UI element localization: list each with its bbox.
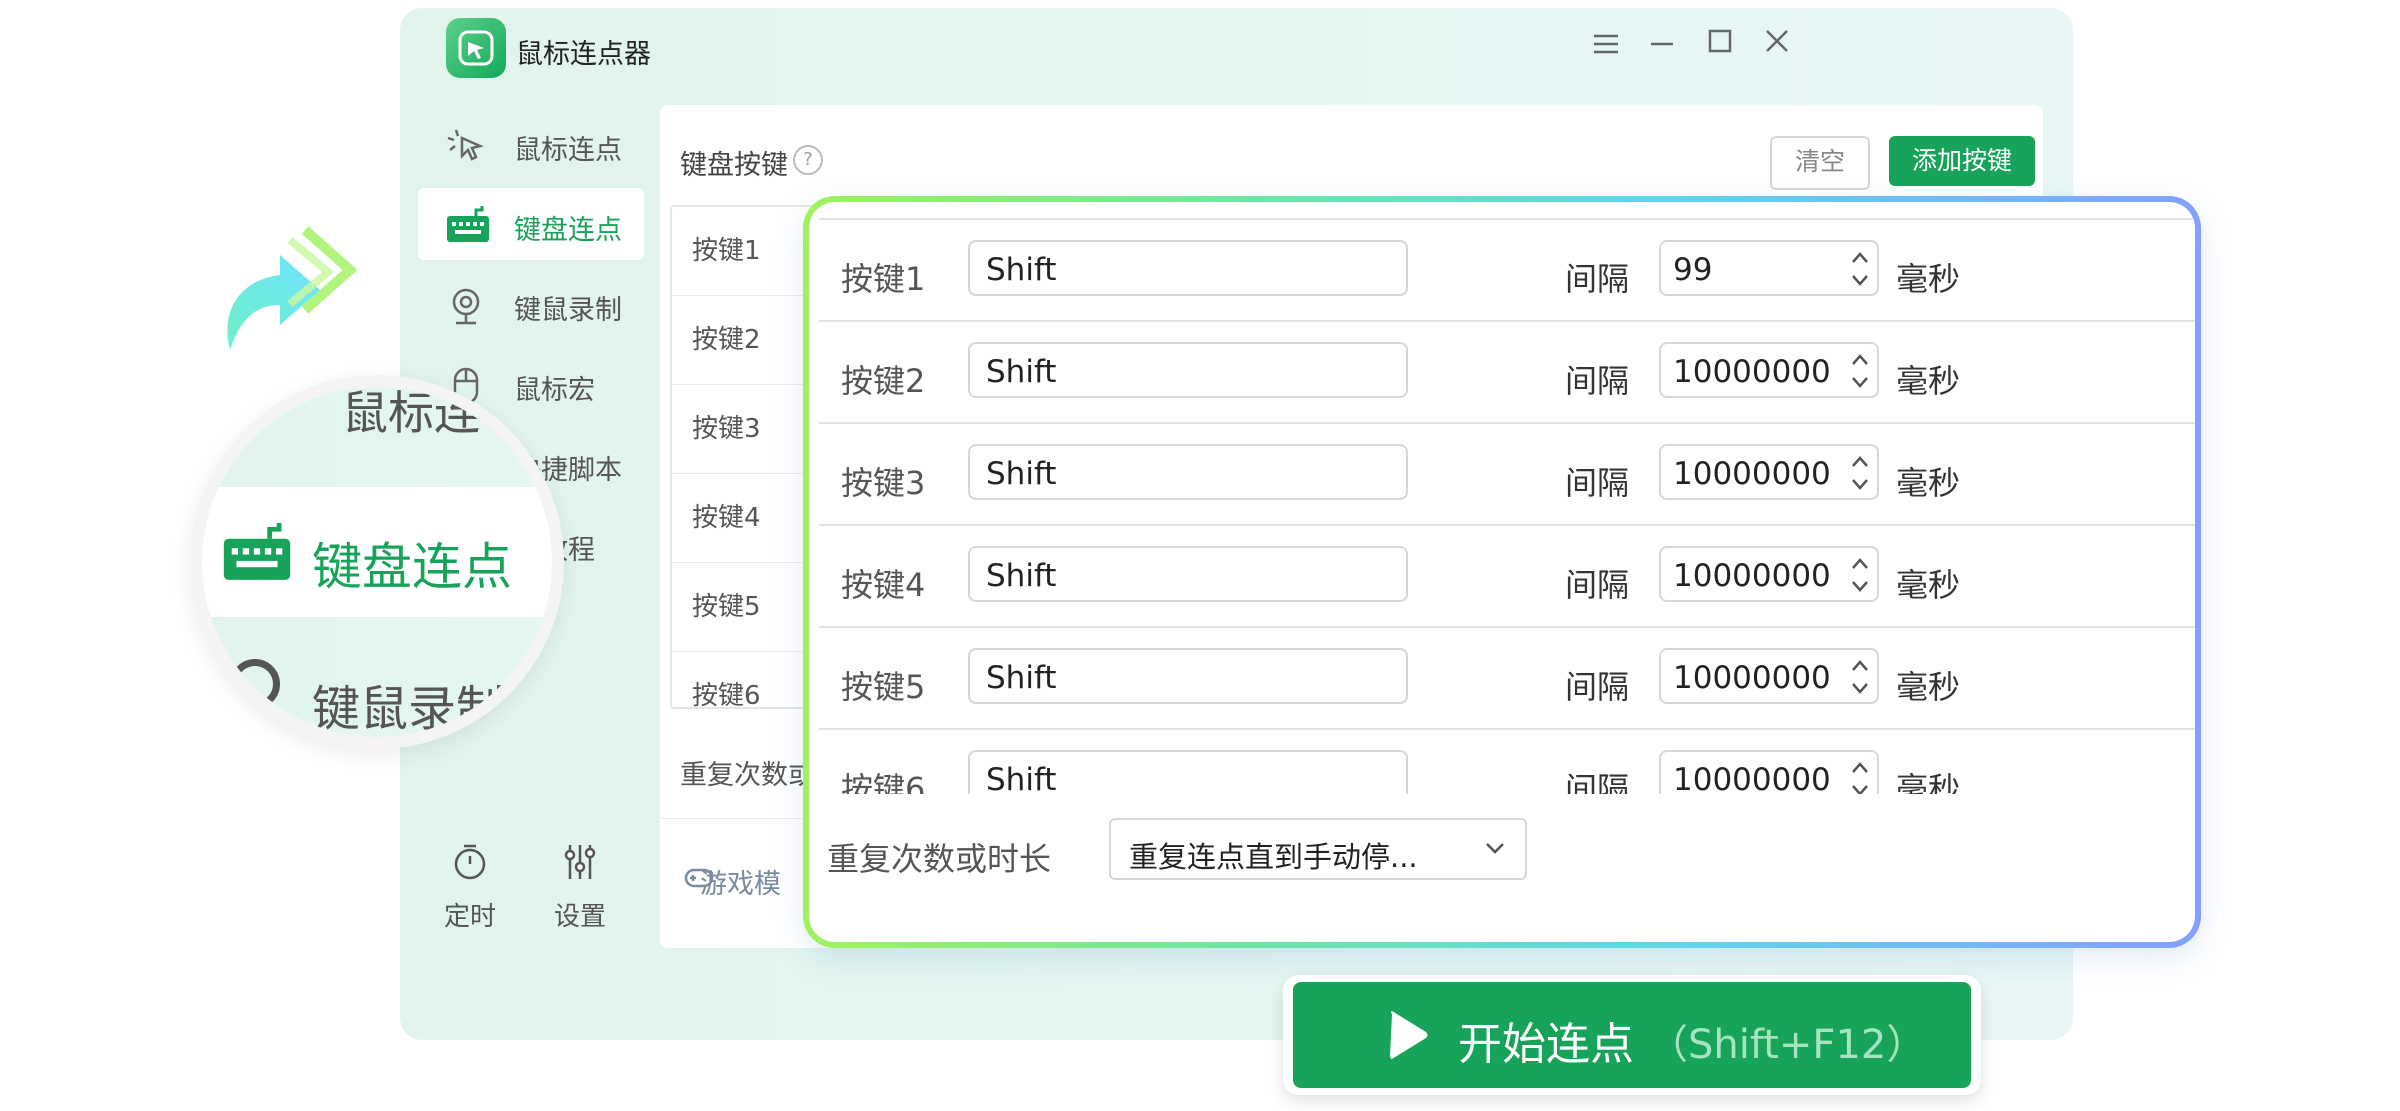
table-row: 按键6 Shift 间隔 10000000 毫秒: [819, 730, 2195, 794]
help-icon[interactable]: ?: [793, 145, 823, 175]
interval-value: 10000000: [1673, 558, 1831, 594]
interval-label: 间隔: [1565, 668, 1630, 706]
table-row: 按键1 Shift 间隔 99 毫秒: [819, 220, 2195, 322]
sidebar-item-label: 键盘连点: [514, 215, 622, 246]
sidebar-item-record[interactable]: 键鼠录制: [418, 268, 644, 340]
spinner-arrows-icon[interactable]: [1849, 350, 1871, 392]
row-label: 按键3: [841, 464, 926, 502]
row-label: 按键4: [841, 566, 926, 604]
unit-label: 毫秒: [1896, 566, 1961, 604]
key-input[interactable]: Shift: [968, 240, 1408, 296]
timer-button[interactable]: 定时: [430, 843, 510, 933]
unit-label: 毫秒: [1896, 464, 1961, 502]
unit-label: 毫秒: [1896, 770, 1961, 794]
interval-value: 99: [1673, 252, 1713, 288]
game-mode-toggle[interactable]: 游戏模: [684, 862, 781, 901]
spinner-arrows-icon[interactable]: [1849, 758, 1871, 794]
interval-label: 间隔: [1565, 464, 1630, 502]
table-row: 按键4 Shift 间隔 10000000 毫秒: [819, 526, 2195, 628]
gamepad-icon: [684, 868, 714, 888]
add-key-button[interactable]: 添加按键: [1889, 136, 2035, 186]
unit-label: 毫秒: [1896, 362, 1961, 400]
key-input[interactable]: Shift: [968, 546, 1408, 602]
sidebar-item-mouse-click[interactable]: 鼠标连点: [418, 108, 644, 180]
webcam-record-icon: [230, 659, 280, 709]
arrow-decoration-icon: [210, 220, 360, 350]
interval-value: 10000000: [1673, 762, 1831, 794]
repeat-mode-value: 重复连点直到手动停...: [1129, 840, 1418, 874]
cursor-click-icon: [446, 126, 486, 162]
start-button-frame: 开始连点 （Shift+F12）: [1283, 975, 1981, 1095]
row-label: 按键1: [841, 260, 926, 298]
minimize-icon[interactable]: [1642, 26, 1682, 66]
start-label: 开始连点: [1458, 1019, 1634, 1070]
interval-stepper[interactable]: 10000000: [1659, 648, 1879, 704]
keyboard-icon: [222, 523, 292, 583]
close-icon[interactable]: [1757, 26, 1797, 66]
key-input[interactable]: Shift: [968, 750, 1408, 794]
interval-value: 10000000: [1673, 456, 1831, 492]
key-input[interactable]: Shift: [968, 648, 1408, 704]
section-title: 键盘按键: [680, 150, 788, 181]
sliders-icon: [540, 843, 620, 890]
sidebar-item-keyboard-click[interactable]: 键盘连点: [418, 188, 644, 260]
app-title: 鼠标连点器: [516, 39, 651, 70]
keyboard-icon: [446, 206, 489, 242]
repeat-mode-select[interactable]: 重复连点直到手动停...: [1109, 818, 1527, 880]
spinner-arrows-icon[interactable]: [1849, 656, 1871, 698]
maximize-icon[interactable]: [1700, 26, 1740, 66]
interval-stepper[interactable]: 10000000: [1659, 342, 1879, 398]
webcam-record-icon: [446, 286, 486, 325]
interval-stepper[interactable]: 10000000: [1659, 546, 1879, 602]
timer-label: 定时: [443, 902, 496, 932]
interval-stepper[interactable]: 10000000: [1659, 444, 1879, 500]
spinner-arrows-icon[interactable]: [1849, 248, 1871, 290]
background-repeat-label: 重复次数或: [680, 760, 815, 791]
interval-value: 10000000: [1673, 660, 1831, 696]
row-label: 按键2: [841, 362, 926, 400]
key-config-panel: 按键1 Shift 间隔 99 毫秒 按键2 Shift 间隔 10000000…: [803, 196, 2201, 948]
app-logo-icon: [446, 18, 506, 78]
interval-stepper[interactable]: 10000000: [1659, 750, 1879, 794]
key-rows-list[interactable]: 按键1 Shift 间隔 99 毫秒 按键2 Shift 间隔 10000000…: [819, 218, 2195, 794]
spinner-arrows-icon[interactable]: [1849, 452, 1871, 494]
table-row: 按键2 Shift 间隔 10000000 毫秒: [819, 322, 2195, 424]
zoom-active-label: 键盘连点: [312, 538, 512, 596]
table-row: 按键3 Shift 间隔 10000000 毫秒: [819, 424, 2195, 526]
spinner-arrows-icon[interactable]: [1849, 554, 1871, 596]
interval-stepper[interactable]: 99: [1659, 240, 1879, 296]
interval-label: 间隔: [1565, 770, 1630, 794]
row-label: 按键6: [841, 770, 926, 794]
interval-label: 间隔: [1565, 260, 1630, 298]
play-icon: [1390, 1011, 1428, 1059]
zoom-bottom-label: 键鼠录制: [312, 681, 505, 737]
chevron-down-icon: [1486, 843, 1504, 854]
unit-label: 毫秒: [1896, 668, 1961, 706]
zoom-top-label: 鼠标连: [342, 386, 480, 440]
interval-label: 间隔: [1565, 566, 1630, 604]
sidebar-item-label: 键鼠录制: [514, 295, 622, 326]
unit-label: 毫秒: [1896, 260, 1961, 298]
key-config-panel-inner: 按键1 Shift 间隔 99 毫秒 按键2 Shift 间隔 10000000…: [809, 202, 2195, 942]
table-row: 按键5 Shift 间隔 10000000 毫秒: [819, 628, 2195, 730]
row-label: 按键5: [841, 668, 926, 706]
start-hotkey: （Shift+F12）: [1648, 1022, 1927, 1068]
settings-label: 设置: [553, 902, 606, 932]
key-input[interactable]: Shift: [968, 342, 1408, 398]
clear-button[interactable]: 清空: [1770, 136, 1870, 190]
key-input[interactable]: Shift: [968, 444, 1408, 500]
sidebar-item-label: 鼠标连点: [514, 135, 622, 166]
menu-icon[interactable]: [1586, 26, 1626, 66]
interval-value: 10000000: [1673, 354, 1831, 390]
zoom-active-item: 键盘连点: [202, 487, 552, 617]
zoom-magnifier: 鼠标连 键盘连点 键鼠录制: [190, 375, 564, 749]
sidebar-item-label: 鼠标宏: [514, 375, 595, 406]
settings-button[interactable]: 设置: [540, 843, 620, 933]
timer-icon: [430, 843, 510, 890]
start-click-button[interactable]: 开始连点 （Shift+F12）: [1293, 982, 1971, 1088]
repeat-label: 重复次数或时长: [827, 840, 1052, 878]
interval-label: 间隔: [1565, 362, 1630, 400]
